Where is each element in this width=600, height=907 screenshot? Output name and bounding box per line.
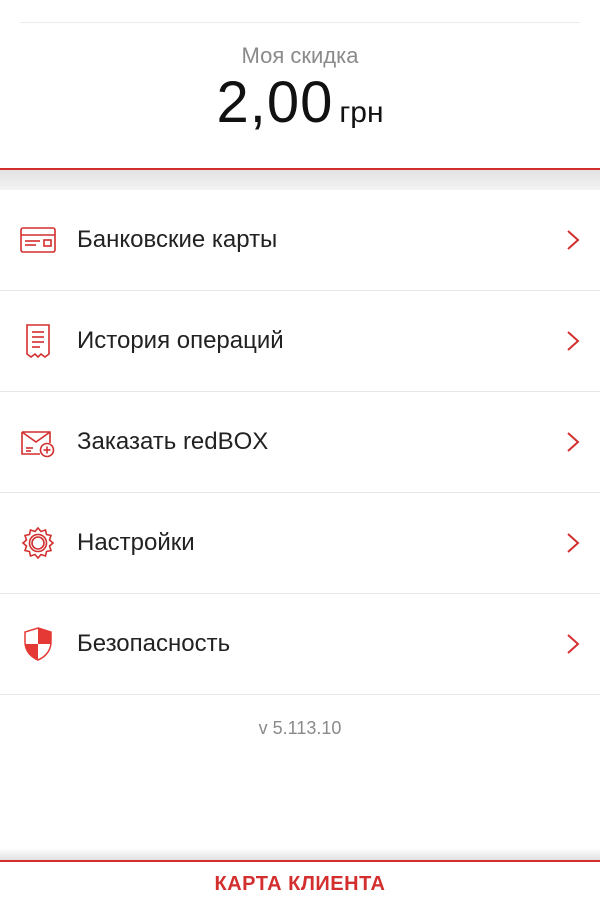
discount-currency: грн bbox=[339, 96, 384, 129]
chevron-right-icon bbox=[567, 432, 580, 452]
discount-value: 2,00 грн bbox=[0, 74, 600, 132]
redbox-order-icon bbox=[20, 424, 56, 460]
menu-item-order-redbox[interactable]: Заказать redBOX bbox=[0, 392, 600, 493]
bottom-tab-bar: КАРТА КЛИЕНТА bbox=[0, 860, 600, 907]
tab-client-card[interactable]: КАРТА КЛИЕНТА bbox=[215, 873, 386, 896]
profile-screen: Моя скидка 2,00 грн Банковские карты Ист… bbox=[0, 0, 600, 907]
shield-icon bbox=[20, 626, 56, 662]
menu-item-security[interactable]: Безопасность bbox=[0, 594, 600, 695]
menu-item-bank-cards[interactable]: Банковские карты bbox=[0, 190, 600, 291]
discount-amount: 2,00 bbox=[216, 70, 334, 135]
section-separator bbox=[0, 170, 600, 190]
discount-label: Моя скидка bbox=[241, 43, 359, 68]
chevron-right-icon bbox=[567, 533, 580, 553]
chevron-right-icon bbox=[567, 230, 580, 250]
menu-item-label: Банковские карты bbox=[77, 226, 278, 253]
menu-item-label: Безопасность bbox=[77, 630, 231, 657]
chevron-right-icon bbox=[567, 331, 580, 351]
menu-item-history[interactable]: История операций bbox=[0, 291, 600, 392]
gear-icon bbox=[20, 525, 56, 561]
top-divider bbox=[20, 22, 580, 23]
menu-item-label: История операций bbox=[77, 327, 284, 354]
app-version: v 5.113.10 bbox=[258, 718, 342, 738]
receipt-icon bbox=[20, 323, 56, 359]
menu-item-label: Заказать redBOX bbox=[77, 428, 269, 455]
menu-item-settings[interactable]: Настройки bbox=[0, 493, 600, 594]
settings-menu: Банковские карты История операций Заказа… bbox=[0, 190, 600, 695]
chevron-right-icon bbox=[567, 634, 580, 654]
bank-card-icon bbox=[20, 222, 56, 258]
discount-panel: Моя скидка 2,00 грн bbox=[0, 0, 600, 170]
menu-item-label: Настройки bbox=[77, 529, 195, 556]
